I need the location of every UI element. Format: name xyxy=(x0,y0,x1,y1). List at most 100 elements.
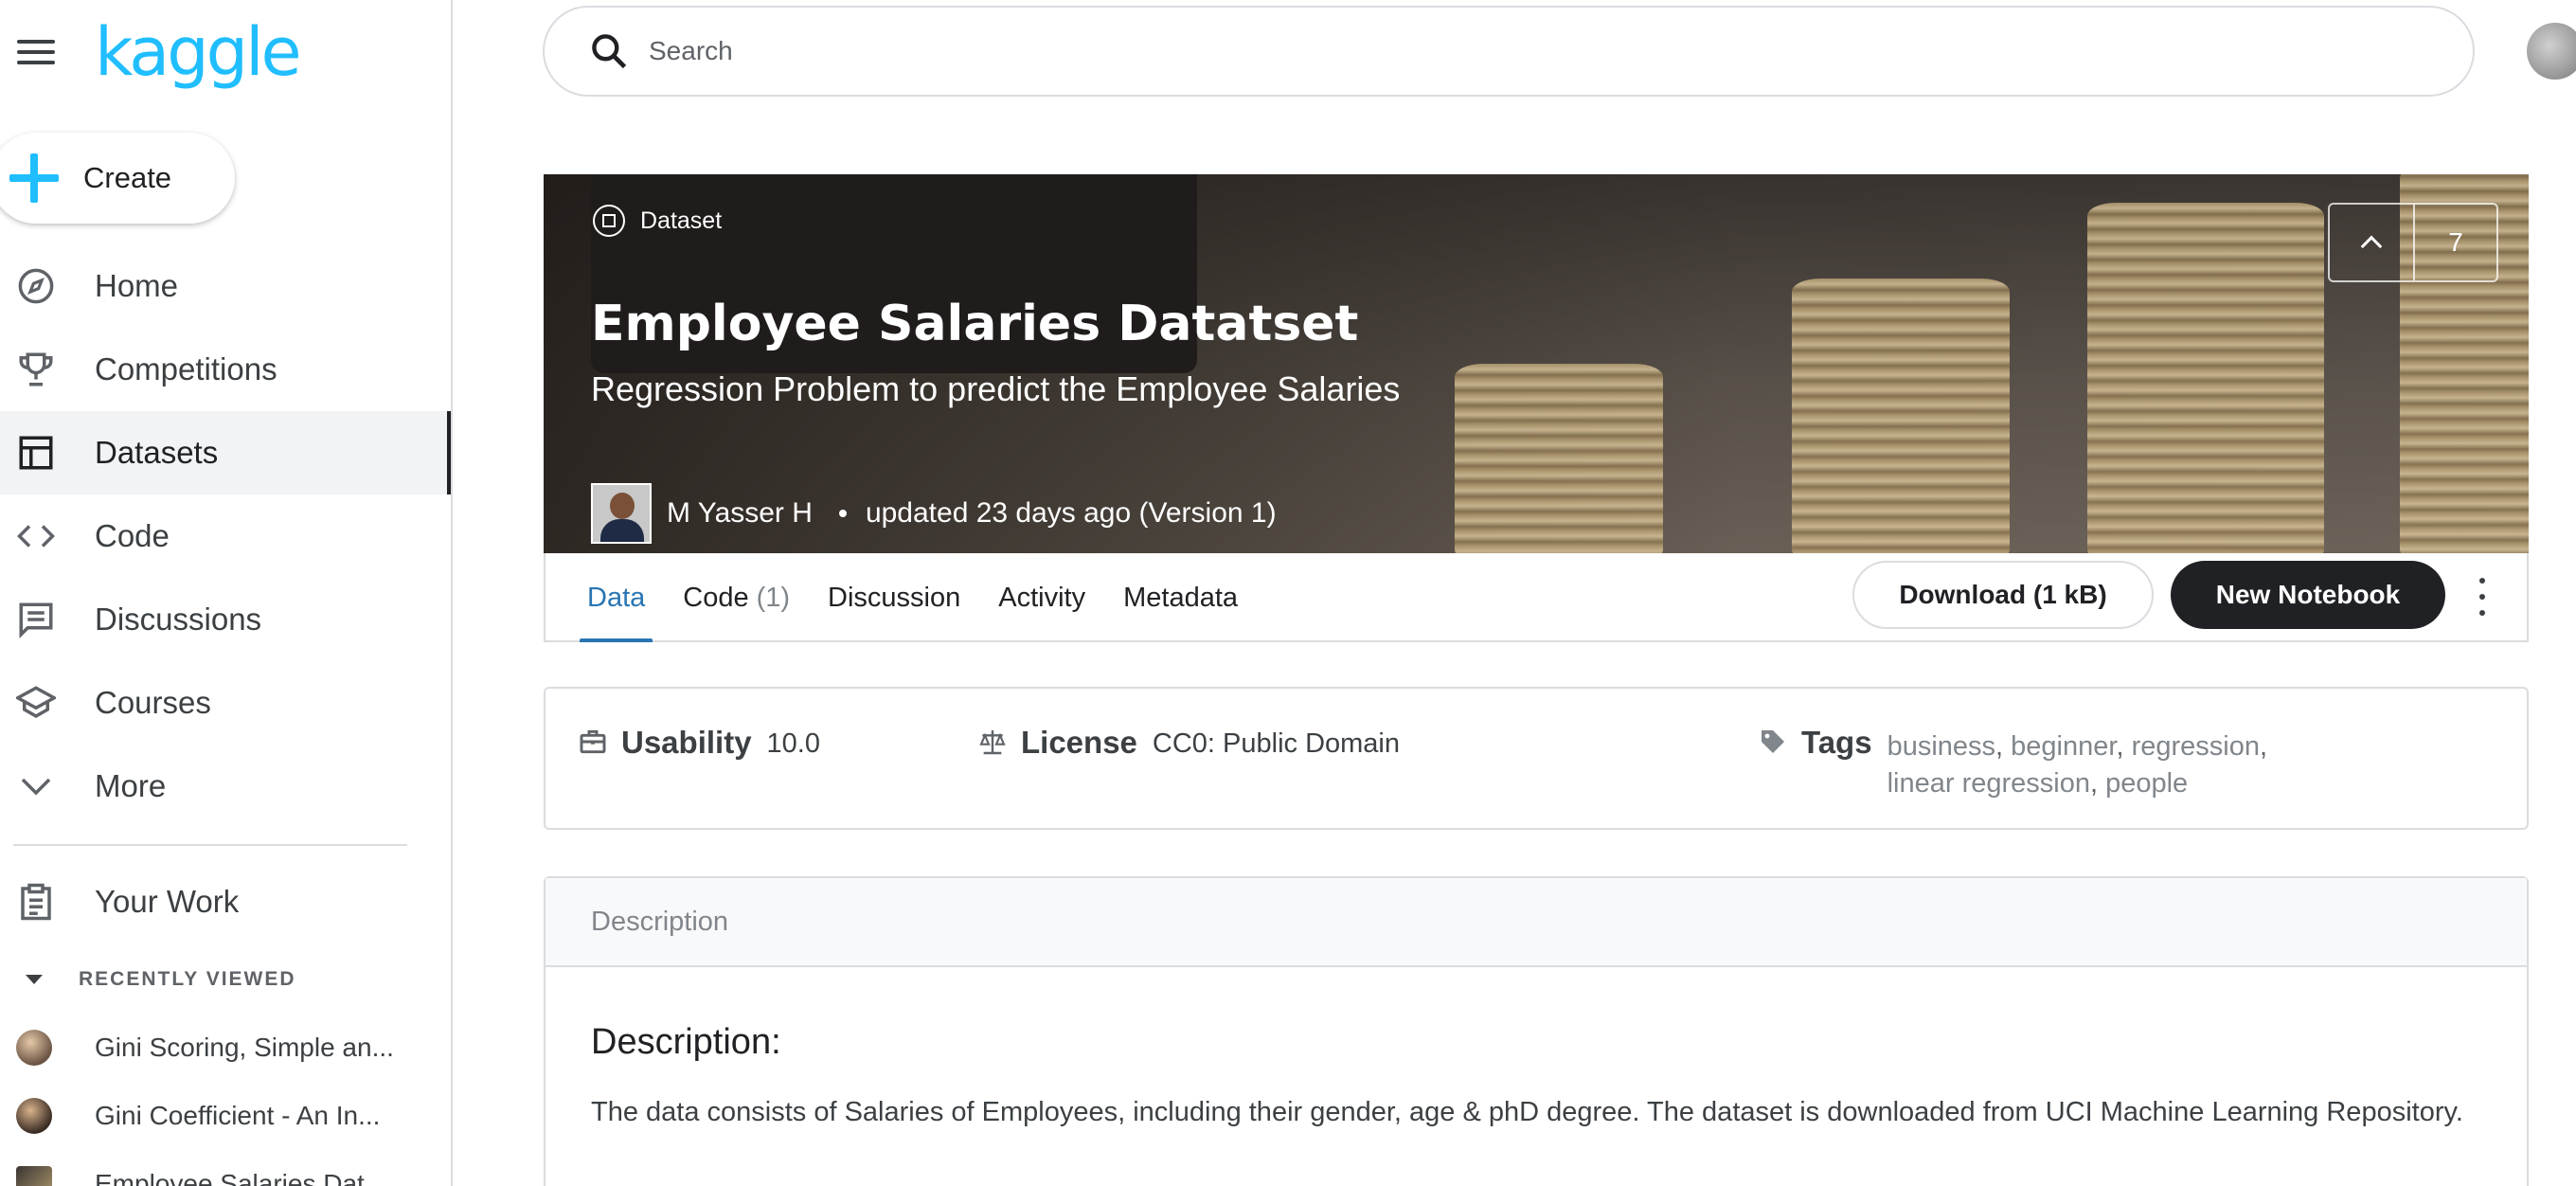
banner-image xyxy=(1455,364,1663,553)
code-icon xyxy=(13,513,59,559)
sidebar-item-label: Courses xyxy=(95,685,211,720)
author-avatar[interactable] xyxy=(591,483,652,544)
dataset-meta: M Yasser H updated 23 days ago (Version … xyxy=(591,483,1277,544)
tab-bar: Data Code (1) Discussion Activity Metadat… xyxy=(544,553,2529,642)
tab-activity[interactable]: Activity xyxy=(998,553,1085,642)
recent-list: Gini Scoring, Simple an... Gini Coeffici… xyxy=(0,1014,451,1186)
banner-image xyxy=(2087,203,2324,553)
tab-label: Activity xyxy=(998,582,1086,613)
sidebar-item-label: More xyxy=(95,768,167,803)
new-notebook-button[interactable]: New Notebook xyxy=(2171,561,2445,629)
table-icon xyxy=(13,430,59,476)
usability-label: Usability xyxy=(621,725,752,760)
sidebar-item-label: Code xyxy=(95,518,170,553)
license-label: License xyxy=(1021,725,1137,760)
tab-metadata[interactable]: Metadata xyxy=(1123,553,1238,642)
usability-block[interactable]: Usability 10.0 xyxy=(578,725,820,761)
updated-info[interactable]: updated 23 days ago (Version 1) xyxy=(866,497,1277,530)
school-icon xyxy=(13,680,59,726)
tags-block: Tags business, beginner, regression, lin… xyxy=(1758,725,2323,802)
trophy-icon xyxy=(13,347,59,392)
sidebar-item-courses[interactable]: Courses xyxy=(0,661,451,745)
description-card: Description Description: The data consis… xyxy=(544,876,2529,1186)
sidebar-item-home[interactable]: Home xyxy=(0,244,451,328)
scale-icon xyxy=(977,727,1008,757)
sidebar-item-code[interactable]: Code xyxy=(0,494,451,578)
search-input[interactable] xyxy=(649,36,2353,66)
briefcase-icon xyxy=(578,727,608,757)
dataset-header-banner: Dataset Employee Salaries Datatset Regre… xyxy=(544,174,2529,553)
dataset-title: Employee Salaries Datatset xyxy=(591,296,1359,352)
dataset-type-tag: Dataset xyxy=(593,205,722,237)
upvote-widget: 7 xyxy=(2328,203,2498,282)
tag-link[interactable]: beginner xyxy=(2011,731,2116,762)
sidebar: kaggle Create Home Competitions Datasets xyxy=(0,0,453,1186)
license-block: License CC0: Public Domain xyxy=(977,725,1400,761)
search-bar[interactable] xyxy=(543,6,2475,97)
dataset-type-label: Dataset xyxy=(640,207,723,234)
license-value[interactable]: CC0: Public Domain xyxy=(1153,728,1400,760)
sidebar-item-more[interactable]: More xyxy=(0,745,451,828)
recent-thumbnail xyxy=(16,1030,52,1066)
more-options-icon[interactable] xyxy=(2476,578,2489,616)
sidebar-item-competitions[interactable]: Competitions xyxy=(0,328,451,411)
tab-label: Code xyxy=(683,582,749,613)
kaggle-logo[interactable]: kaggle xyxy=(95,13,302,91)
recently-viewed-header: RECENTLY VIEWED xyxy=(79,968,296,990)
sidebar-item-your-work[interactable]: Your Work xyxy=(0,860,451,943)
tag-link[interactable]: linear regression xyxy=(1887,768,2090,799)
tag-link[interactable]: business xyxy=(1887,731,1995,762)
user-avatar[interactable] xyxy=(2527,23,2576,80)
sidebar-item-label: Home xyxy=(95,268,179,303)
recent-thumbnail xyxy=(16,1098,52,1134)
recent-item[interactable]: Employee Salaries Dat... xyxy=(0,1150,451,1186)
download-button[interactable]: Download (1 kB) xyxy=(1852,561,2154,629)
sidebar-item-label: Your Work xyxy=(95,884,240,919)
tag-link[interactable]: regression xyxy=(2132,731,2260,762)
sidebar-divider xyxy=(13,844,407,846)
menu-icon[interactable] xyxy=(17,36,55,68)
tags-label: Tags xyxy=(1801,725,1872,760)
search-icon xyxy=(588,30,630,72)
author-name[interactable]: M Yasser H xyxy=(667,497,813,530)
dataset-info-card: Usability 10.0 License CC0: Public Domai… xyxy=(544,687,2529,830)
tab-count: (1) xyxy=(756,582,791,613)
sidebar-item-label: Discussions xyxy=(95,602,262,637)
recent-item[interactable]: Gini Scoring, Simple an... xyxy=(0,1014,451,1082)
sidebar-item-label: Datasets xyxy=(95,435,219,470)
recent-item-title: Employee Salaries Dat... xyxy=(95,1169,387,1186)
comment-icon xyxy=(13,597,59,642)
sidebar-item-label: Competitions xyxy=(95,351,277,386)
banner-image xyxy=(1792,279,2010,553)
tab-discussion[interactable]: Discussion xyxy=(828,553,960,642)
compass-icon xyxy=(13,263,59,309)
create-button[interactable]: Create xyxy=(0,133,235,224)
sidebar-item-discussions[interactable]: Discussions xyxy=(0,578,451,661)
vote-count[interactable]: 7 xyxy=(2415,205,2496,280)
recently-viewed-toggle[interactable]: RECENTLY VIEWED xyxy=(0,962,296,997)
tab-code[interactable]: Code (1) xyxy=(683,553,790,642)
dataset-subtitle: Regression Problem to predict the Employ… xyxy=(591,369,1401,408)
tags-list: business, beginner, regression, linear r… xyxy=(1887,731,2268,799)
recent-thumbnail xyxy=(16,1166,52,1186)
description-body: The data consists of Salaries of Employe… xyxy=(591,1097,2463,1127)
tab-label: Data xyxy=(587,582,646,613)
separator-dot xyxy=(838,510,847,517)
usability-value: 10.0 xyxy=(766,728,820,759)
tab-data[interactable]: Data xyxy=(579,553,653,642)
sidebar-item-datasets[interactable]: Datasets xyxy=(0,411,451,494)
tag-icon xyxy=(1758,727,1788,757)
tab-label: Discussion xyxy=(828,582,961,613)
plus-icon xyxy=(6,150,63,207)
description-heading: Description: xyxy=(591,1022,781,1062)
chevron-down-icon xyxy=(13,764,59,809)
tab-label: Metadata xyxy=(1123,582,1239,613)
recent-item[interactable]: Gini Coefficient - An In... xyxy=(0,1082,451,1150)
sidebar-nav: Home Competitions Datasets Code Discussi… xyxy=(0,244,451,828)
tag-link[interactable]: people xyxy=(2105,768,2188,799)
clipboard-icon xyxy=(13,879,59,925)
description-header: Description xyxy=(546,878,2527,967)
upvote-button[interactable] xyxy=(2330,205,2415,280)
caret-down-icon xyxy=(26,975,43,984)
create-label: Create xyxy=(83,161,172,194)
